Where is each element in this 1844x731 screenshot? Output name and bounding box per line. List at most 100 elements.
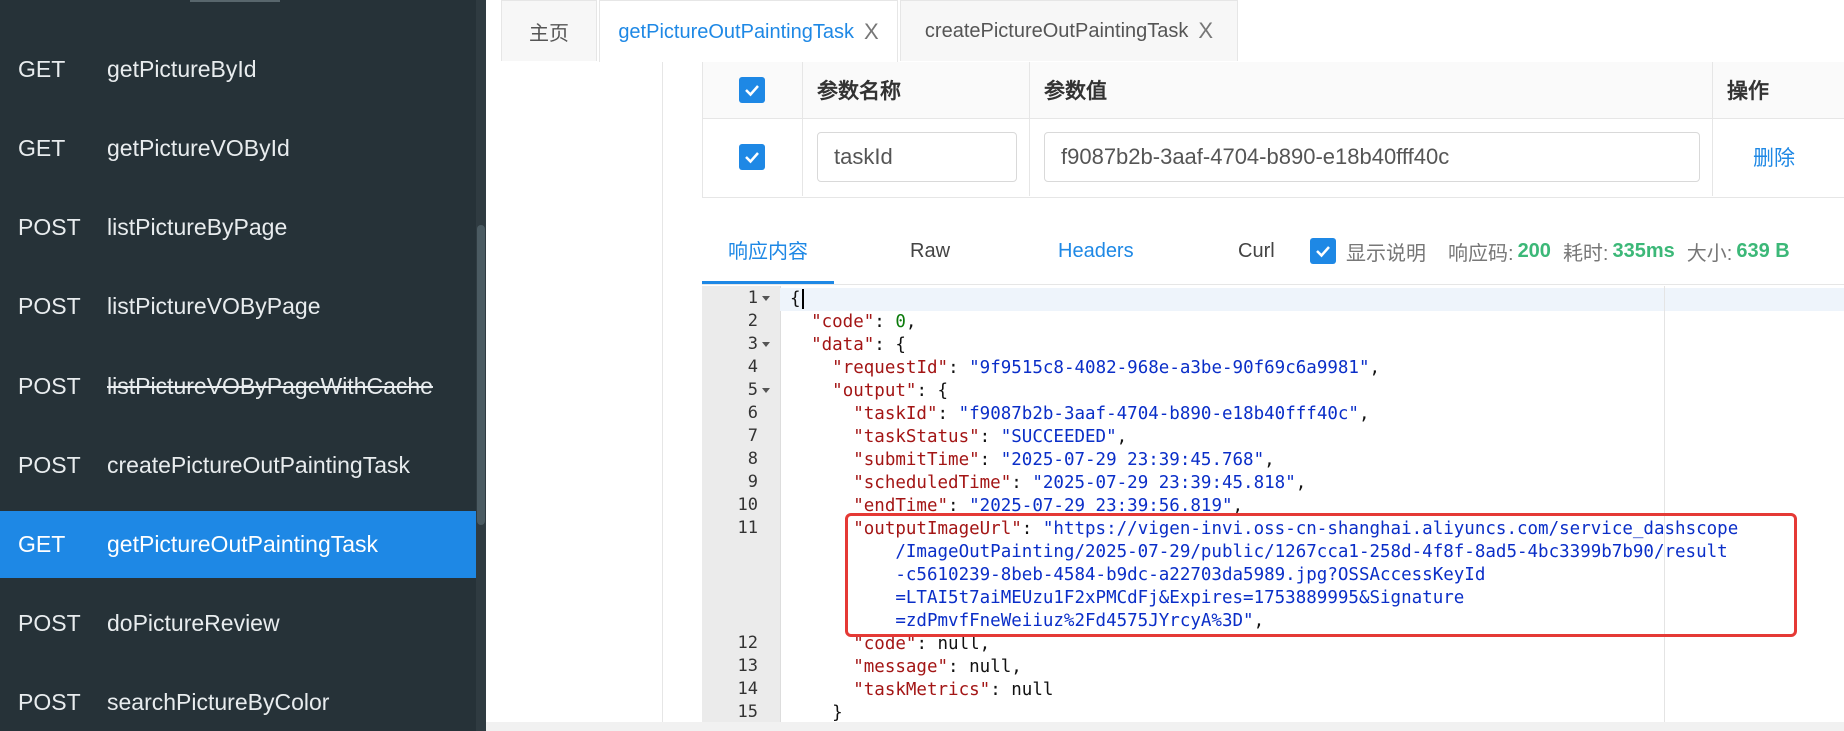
code-line-3: "data": {	[811, 335, 906, 355]
method-label: GET	[18, 531, 66, 557]
method-label: POST	[18, 292, 81, 319]
line-number: 10	[737, 495, 758, 515]
endpoint-name: listPictureVOByPageWithCache	[107, 372, 433, 399]
params-table: 参数名称 参数值 操作 taskId f9087b2b-3aaf-4704-b8…	[702, 62, 1844, 198]
sidebar-item-listPictureByPage[interactable]: POST listPictureByPage	[0, 194, 476, 260]
method-label: POST	[18, 688, 81, 715]
response-json-editor[interactable]: 1 2 3 4 5 6 7 8 9 10 11 12 13 14 15 { "c…	[702, 286, 1844, 731]
fold-icon[interactable]	[762, 388, 770, 393]
line-number: 15	[737, 702, 758, 722]
delete-link[interactable]: 删除	[1713, 118, 1844, 196]
code-line-9: "scheduledTime": "2025-07-29 23:39:45.81…	[853, 473, 1307, 493]
row-checkbox[interactable]	[739, 144, 765, 170]
col-param-value: 参数值	[1030, 62, 1713, 118]
tab-label: 主页	[529, 22, 569, 45]
sidebar-item-listPictureVOByPage[interactable]: POST listPictureVOByPage	[0, 273, 476, 339]
highlight-annotation-box	[845, 513, 1797, 637]
tab-getPictureOutPaintingTask[interactable]: getPictureOutPaintingTask X	[599, 0, 898, 63]
line-number: 2	[747, 311, 758, 331]
method-label: POST	[18, 372, 81, 399]
sidebar-item-getPictureVOById[interactable]: GET getPictureVOById	[0, 115, 476, 181]
tab-response-content[interactable]: 响应内容	[702, 218, 834, 284]
tab-home[interactable]: 主页	[501, 0, 597, 61]
api-sidebar: GET getPictureById GET getPictureVOById …	[0, 0, 486, 731]
close-icon[interactable]: X	[864, 19, 879, 45]
param-value-cell: f9087b2b-3aaf-4704-b890-e18b40fff40c	[1030, 118, 1713, 196]
close-icon[interactable]: X	[1198, 18, 1213, 44]
tab-label: getPictureOutPaintingTask	[618, 20, 854, 43]
method-label: GET	[18, 55, 66, 82]
line-number: 9	[747, 472, 758, 492]
sidebar-item-doPictureReview[interactable]: POST doPictureReview	[0, 590, 476, 656]
line-number: 11	[737, 518, 758, 538]
param-row: taskId f9087b2b-3aaf-4704-b890-e18b40fff…	[703, 118, 1844, 196]
time-label: 耗时:	[1562, 242, 1609, 265]
tab-label: createPictureOutPaintingTask	[924, 19, 1189, 42]
check-icon	[745, 85, 759, 97]
row-check-cell	[703, 118, 803, 196]
left-spacer	[486, 62, 663, 731]
code-line-8: "submitTime": "2025-07-29 23:39:45.768",	[853, 450, 1275, 470]
code-line-2: "code": 0,	[811, 312, 917, 332]
endpoint-name: listPictureByPage	[107, 213, 288, 240]
method-label: POST	[18, 213, 81, 240]
tab-headers[interactable]: Headers	[1058, 218, 1134, 284]
endpoint-name: listPictureVOByPage	[107, 292, 321, 319]
line-number-gutter: 1 2 3 4 5 6 7 8 9 10 11 12 13 14 15	[702, 286, 781, 731]
code-line-4: "requestId": "9f9515c8-4082-968e-a3be-90…	[832, 358, 1381, 378]
line-number: 14	[737, 679, 758, 699]
line-number: 13	[737, 656, 758, 676]
code-line-6: "taskId": "f9087b2b-3aaf-4704-b890-e18b4…	[853, 404, 1370, 424]
sidebar-scrollbar-thumb[interactable]	[477, 225, 485, 525]
code-line-7: "taskStatus": "SUCCEEDED",	[853, 427, 1128, 447]
size-label: 大小:	[1686, 242, 1733, 265]
endpoint-name: createPictureOutPaintingTask	[107, 451, 410, 478]
line-number: 12	[737, 633, 758, 653]
param-name-cell: taskId	[803, 118, 1030, 196]
param-value-input[interactable]: f9087b2b-3aaf-4704-b890-e18b40fff40c	[1044, 132, 1700, 182]
code-line-14: "taskMetrics": null	[853, 680, 1054, 700]
check-icon	[745, 152, 759, 164]
select-all-cell	[703, 62, 803, 118]
sidebar-item-listPictureVOByPageWithCache[interactable]: POST listPictureVOByPageWithCache	[0, 353, 476, 419]
show-description-label[interactable]: 显示说明	[1346, 218, 1426, 284]
sidebar-item-searchPictureByColor[interactable]: POST searchPictureByColor	[0, 669, 476, 731]
fold-icon[interactable]	[762, 296, 770, 301]
tab-curl[interactable]: Curl	[1238, 218, 1275, 284]
method-label: POST	[18, 451, 81, 478]
print-margin	[1664, 286, 1665, 731]
endpoint-name: doPictureReview	[107, 609, 280, 636]
size-value: 639 B	[1736, 239, 1790, 262]
code-line-1: {	[790, 288, 804, 311]
col-action: 操作	[1727, 80, 1769, 103]
tab-createPictureOutPaintingTask[interactable]: createPictureOutPaintingTask X	[900, 0, 1238, 61]
sidebar-item-getPictureById[interactable]: GET getPictureById	[0, 36, 476, 102]
horizontal-scrollbar[interactable]	[486, 722, 1844, 731]
line-number: 3	[747, 334, 758, 354]
endpoint-name: getPictureById	[107, 55, 257, 82]
params-header-row: 参数名称 参数值 操作	[703, 62, 1844, 119]
sidebar-item-getPictureOutPaintingTask[interactable]: GET getPictureOutPaintingTask	[0, 511, 476, 578]
line-number: 8	[747, 449, 758, 469]
code-line-13: "message": null,	[853, 657, 1022, 677]
status-code-label: 响应码:	[1448, 242, 1514, 265]
select-all-checkbox[interactable]	[739, 77, 765, 103]
fold-icon[interactable]	[762, 342, 770, 347]
line-number: 7	[747, 426, 758, 446]
line-number: 6	[747, 403, 758, 423]
col-param-name: 参数名称	[803, 62, 1030, 118]
line-number: 4	[747, 357, 758, 377]
param-name-input[interactable]: taskId	[817, 132, 1017, 182]
response-meta: 响应码: 200 耗时: 335ms 大小: 639 B	[1448, 218, 1802, 284]
line-number: 1	[747, 288, 758, 308]
status-code-value: 200	[1517, 239, 1551, 262]
line-number: 5	[747, 380, 758, 400]
sidebar-partial-item	[190, 0, 280, 2]
method-label: POST	[18, 609, 81, 636]
tab-raw[interactable]: Raw	[910, 218, 950, 284]
tab-bar: 主页 getPictureOutPaintingTask X createPic…	[486, 0, 1844, 63]
sidebar-item-createPictureOutPaintingTask[interactable]: POST createPictureOutPaintingTask	[0, 432, 476, 498]
endpoint-name: searchPictureByColor	[107, 688, 330, 715]
check-icon	[1316, 246, 1330, 258]
show-description-checkbox[interactable]	[1310, 238, 1336, 264]
